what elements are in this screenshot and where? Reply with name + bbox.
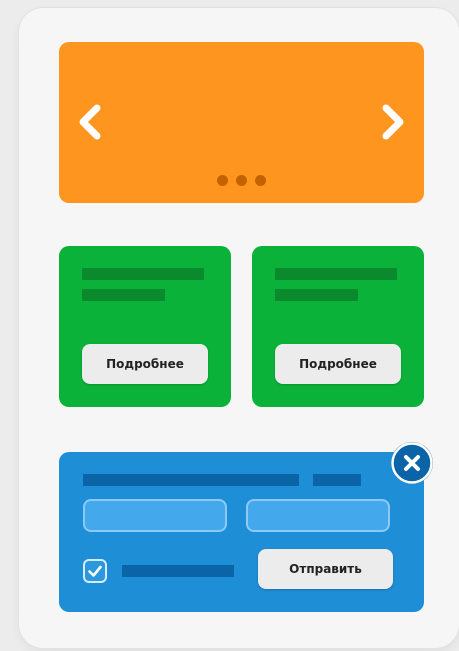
carousel-dot-3[interactable] xyxy=(255,175,266,186)
consent-checkbox[interactable] xyxy=(83,559,107,583)
chevron-right-icon xyxy=(382,104,404,140)
chevron-left-icon xyxy=(79,104,101,140)
form-input-1[interactable] xyxy=(83,499,227,532)
card-text-placeholder xyxy=(82,289,165,301)
subscribe-form: Отправить xyxy=(59,452,424,612)
carousel-dot-1[interactable] xyxy=(217,175,228,186)
close-icon xyxy=(391,442,433,484)
more-details-button-2[interactable]: Подробнее xyxy=(275,344,401,384)
card-title-placeholder xyxy=(82,268,204,280)
close-button[interactable] xyxy=(391,442,433,484)
card-title-placeholder xyxy=(275,268,397,280)
info-card-1: Подробнее xyxy=(59,246,231,407)
form-input-2[interactable] xyxy=(246,499,390,532)
carousel-dots xyxy=(59,175,424,186)
card-text-placeholder xyxy=(275,289,358,301)
carousel-next-button[interactable] xyxy=(372,102,412,142)
info-card-2: Подробнее xyxy=(252,246,424,407)
carousel-dot-2[interactable] xyxy=(236,175,247,186)
form-title-placeholder-2 xyxy=(313,474,361,486)
checkmark-icon xyxy=(88,565,102,577)
carousel-prev-button[interactable] xyxy=(71,102,111,142)
consent-label-placeholder xyxy=(122,565,234,577)
form-title-placeholder xyxy=(83,474,299,486)
more-details-button-1[interactable]: Подробнее xyxy=(82,344,208,384)
image-carousel xyxy=(59,42,424,203)
submit-button[interactable]: Отправить xyxy=(258,549,393,589)
